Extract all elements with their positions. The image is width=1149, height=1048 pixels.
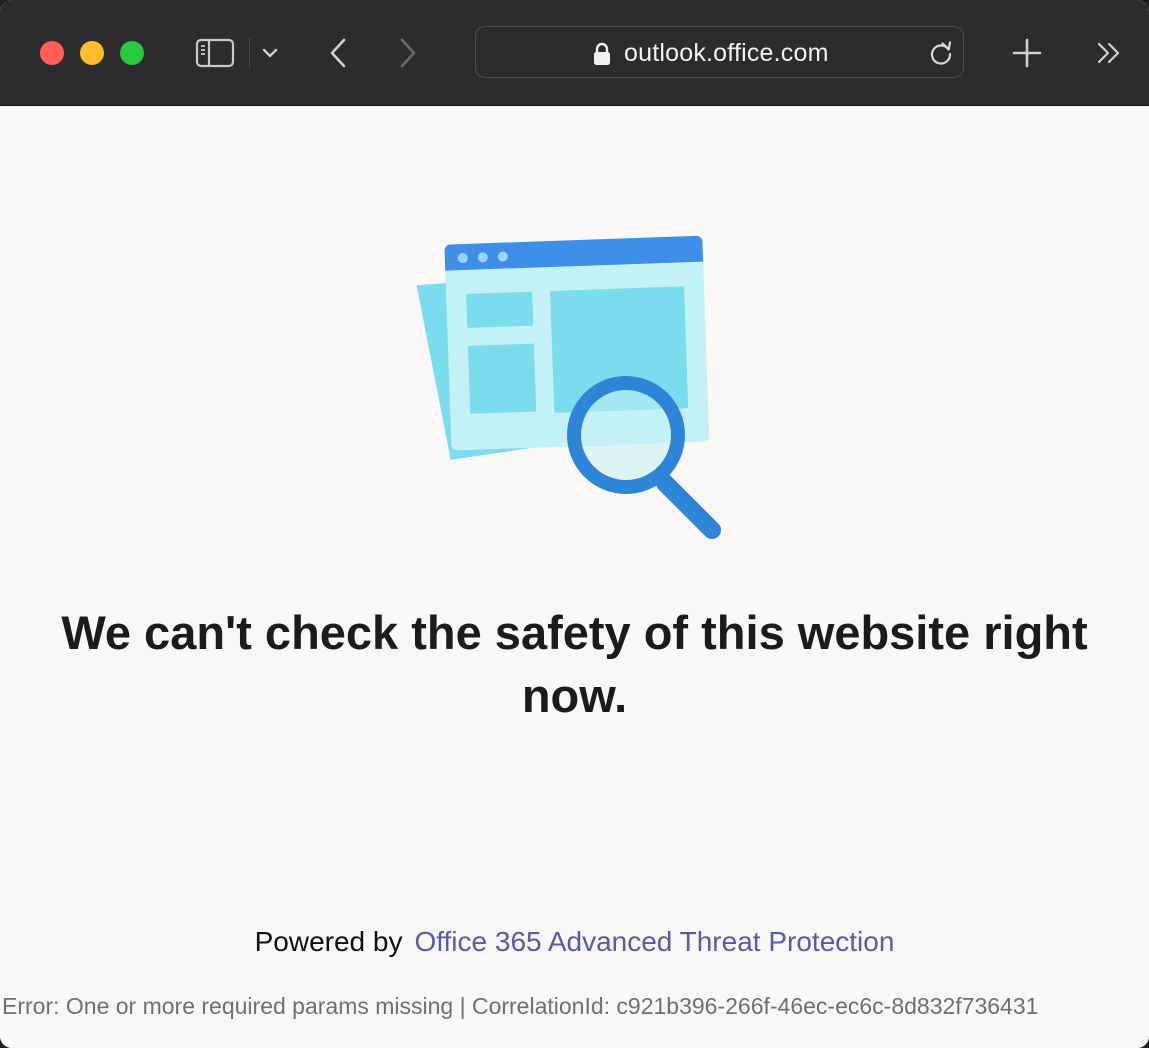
browser-window: outlook.office.com We can't check the sa… [0,0,1149,1048]
forward-arrow-icon [400,38,416,68]
double-chevron-right-icon [1097,42,1120,64]
plus-icon [1012,38,1042,68]
powered-by-line: Powered by Office 365 Advanced Threat Pro… [0,926,1149,958]
address-bar[interactable]: outlook.office.com [475,26,964,78]
new-tab-button[interactable] [1008,34,1046,72]
browser-toolbar: outlook.office.com [0,0,1149,106]
atp-link[interactable]: Office 365 Advanced Threat Protection [414,926,894,957]
powered-by-label: Powered by [254,926,403,957]
back-arrow-icon [330,38,346,68]
url-text[interactable]: outlook.office.com [624,39,829,68]
page-content: We can't check the safety of this websit… [0,106,1149,1048]
sidebar-toggle-button[interactable] [193,34,237,72]
chevron-down-icon [262,48,278,58]
minimize-window-button[interactable] [80,41,104,65]
website-scan-illustration [416,235,721,539]
maximize-window-button[interactable] [120,41,144,65]
back-button[interactable] [322,34,354,72]
tab-group-menu-button[interactable] [256,38,284,68]
page-title: We can't check the safety of this websit… [61,606,1088,722]
toolbar-divider [249,38,250,68]
reload-icon[interactable] [928,40,954,66]
sidebar-icon [195,38,235,68]
show-all-tabs-button[interactable] [1090,34,1128,72]
forward-button[interactable] [392,34,424,72]
lock-icon [594,42,610,65]
close-window-button[interactable] [40,41,64,65]
error-details: Error: One or more required params missi… [2,993,1039,1019]
